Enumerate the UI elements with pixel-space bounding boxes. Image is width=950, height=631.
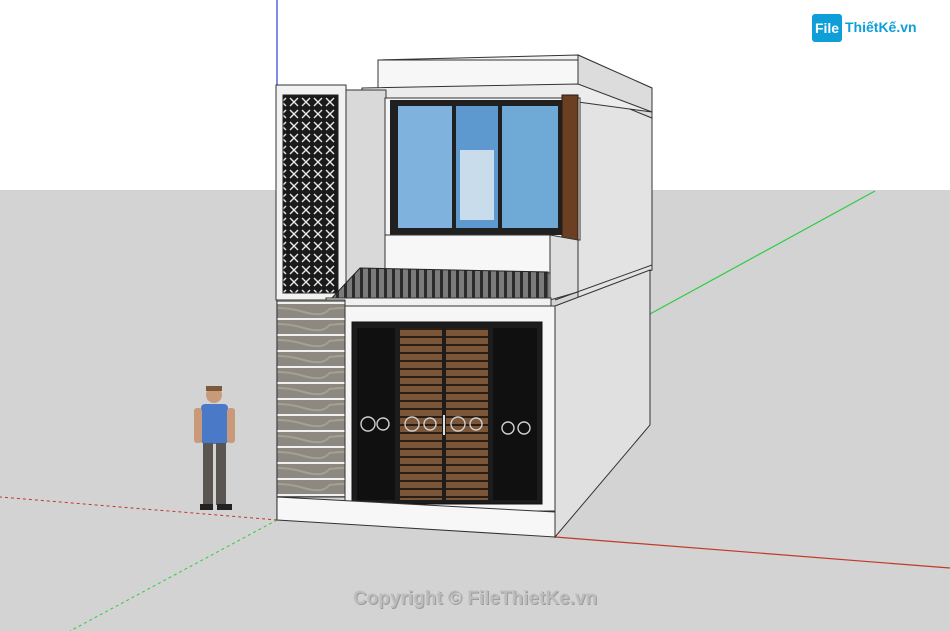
person-leg-left	[203, 443, 213, 505]
person-arm-left	[194, 408, 202, 443]
person-arm-right	[227, 408, 235, 443]
glass-pane-left	[398, 106, 452, 228]
copyright-watermark: Copyright © FileThietKe.vn	[352, 588, 598, 609]
door-glass-left	[357, 328, 395, 500]
person-shirt	[201, 404, 228, 444]
sketchup-scene	[0, 0, 950, 631]
glass-pane-right	[502, 106, 558, 228]
person-shoe-left	[200, 504, 213, 510]
logo-text: ThiếtKế.vn	[845, 19, 917, 35]
side-wall-upper	[577, 87, 653, 299]
logo-badge: File	[812, 14, 842, 42]
interior-reflection	[460, 150, 494, 220]
person-hair	[206, 386, 222, 391]
door-wood-right	[446, 328, 488, 500]
roof-parapet-front	[377, 59, 579, 89]
balcony-parapet	[384, 234, 551, 274]
wood-cladding-strip	[561, 94, 579, 241]
canopy-edge	[325, 297, 552, 307]
stone-pillar	[276, 299, 346, 498]
balcony-parapet-side	[549, 234, 579, 301]
person-shoe-right	[217, 504, 232, 510]
breeze-block-wall	[282, 94, 339, 294]
person-leg-right	[216, 443, 226, 505]
door-glass-right	[493, 328, 537, 500]
door-wood-left	[400, 328, 442, 500]
filethietke-logo: File ThiếtKế.vn	[812, 14, 922, 44]
